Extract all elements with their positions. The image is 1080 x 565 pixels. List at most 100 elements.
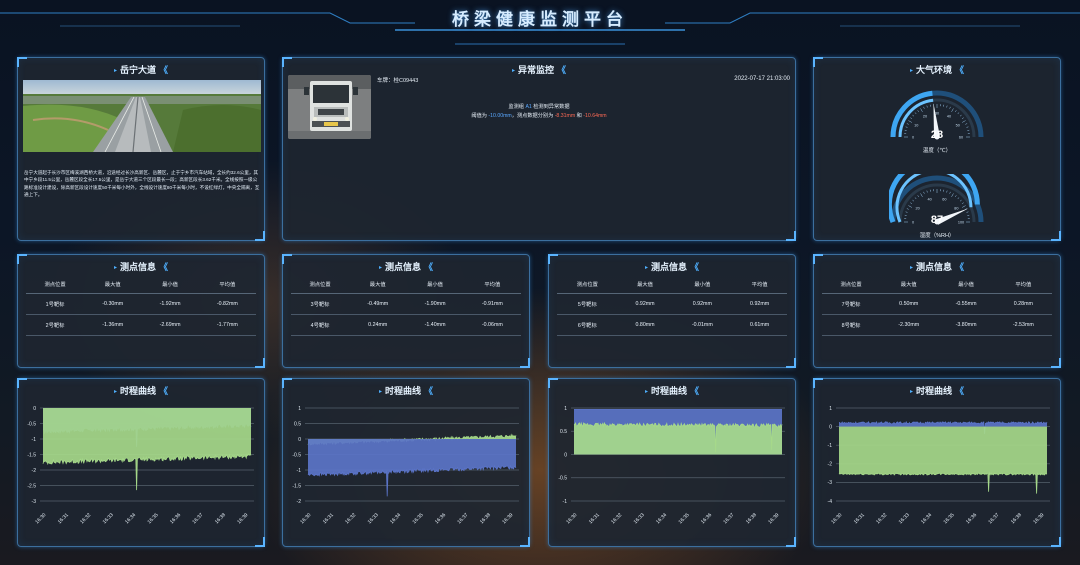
y-tick-label: 0.5 bbox=[294, 421, 301, 427]
humidity-gauge-dial: 0 20 40 60 80 100 87 bbox=[889, 174, 984, 226]
table-cell: -2.53mm bbox=[994, 314, 1052, 336]
column-header: 最小值 bbox=[406, 276, 464, 294]
table-cell: -1.92mm bbox=[141, 293, 199, 315]
column-header: 最大值 bbox=[84, 276, 142, 294]
table-cell: 0.61mm bbox=[732, 314, 787, 336]
gauge-tick-label: 20 bbox=[923, 115, 927, 119]
x-tick-label: 16:37 bbox=[722, 512, 735, 525]
gauge-tick-label: 10 bbox=[914, 124, 918, 128]
y-tick-label: 0 bbox=[33, 406, 36, 412]
column-header: 最大值 bbox=[617, 276, 673, 294]
timeline-panel-1: ▸ 时程曲线《 0 -0.5 -1 -1.5 -2 -2.5 -3 16:30 16:31 16:32… bbox=[17, 378, 265, 547]
gauge-tick bbox=[961, 117, 964, 119]
gauge-tick bbox=[965, 123, 968, 125]
gauge-tick bbox=[946, 190, 948, 193]
title-decor-icon: ▸ bbox=[113, 265, 117, 271]
table-cell: -0.30mm bbox=[84, 293, 142, 315]
title-decor-icon: ▸ bbox=[113, 68, 117, 74]
gauge-tick bbox=[959, 199, 962, 202]
x-tick-label: 16:34 bbox=[124, 512, 137, 525]
double-chevron-icon: 《 bbox=[159, 65, 169, 75]
column-header: 测点位置 bbox=[26, 276, 85, 294]
table-header-row: 测点位置 最大值 最小值 平均值 bbox=[822, 276, 1052, 294]
table-cell: -2.69mm bbox=[141, 314, 199, 336]
table-cell: 3号靶标 bbox=[291, 293, 350, 315]
x-tick-label: 16:33 bbox=[102, 512, 115, 525]
gauge-tick bbox=[920, 193, 923, 198]
y-tick-label: -2 bbox=[828, 462, 833, 468]
title-decor-icon: ▸ bbox=[909, 68, 913, 74]
gauge-tick-label: 20 bbox=[915, 206, 919, 210]
measure-panel-title: ▸ 测点信息《 bbox=[909, 262, 965, 272]
timeline-chart: 1 0.5 0 -0.5 -1 -1.5 -2 16:30 16:31 16:32 16:33 16:… bbox=[292, 406, 519, 525]
license-plate: 车牌：桂C09443 bbox=[377, 78, 419, 84]
alarm-line-1: 监测组 A1 检测到异常数据 bbox=[508, 104, 570, 110]
x-tick-label: 16:30 bbox=[830, 512, 843, 525]
table-cell: 0.92mm bbox=[617, 293, 673, 315]
alarm-line-2: 阈值为 -10.00mm，测点数据分别为 -8.31mm 和 -10.64mm bbox=[471, 113, 607, 119]
gauge-tick bbox=[910, 117, 913, 119]
y-tick-label: -1 bbox=[828, 443, 833, 449]
table-row[interactable]: 3号靶标 -0.49mm -1.90mm -0.91mm bbox=[291, 293, 521, 315]
column-header: 最大值 bbox=[349, 276, 407, 294]
gauge-tick bbox=[923, 106, 925, 109]
table-row[interactable]: 5号靶标 0.92mm 0.92mm 0.92mm bbox=[557, 293, 787, 315]
y-tick-label: 1 bbox=[829, 406, 832, 412]
gauge-tick bbox=[966, 126, 969, 128]
gauge-tick bbox=[910, 202, 913, 204]
table-row[interactable]: 1号靶标 -0.30mm -1.92mm -0.82mm bbox=[26, 293, 256, 315]
table-row[interactable]: 2号靶标 -1.36mm -2.69mm -1.77mm bbox=[26, 314, 256, 336]
table-cell: 2号靶标 bbox=[26, 314, 85, 336]
gauge-tick bbox=[912, 114, 915, 117]
table-cell: -1.40mm bbox=[406, 314, 464, 336]
x-tick-label: 16:31 bbox=[322, 512, 335, 525]
y-tick-label: -1 bbox=[563, 499, 568, 505]
x-tick-label: 16:35 bbox=[412, 512, 425, 525]
gauge-tick-label: 0 bbox=[912, 136, 914, 140]
table-cell: 0.24mm bbox=[349, 314, 407, 336]
x-tick-label: 16:36 bbox=[965, 512, 978, 525]
table-row[interactable]: 6号靶标 0.80mm -0.01mm 0.61mm bbox=[557, 314, 787, 336]
column-header: 平均值 bbox=[463, 276, 521, 294]
y-tick-label: -1 bbox=[297, 468, 302, 474]
x-tick-label: 16:38 bbox=[479, 512, 492, 525]
x-tick-label: 16:30 bbox=[34, 512, 47, 525]
table-cell: -2.30mm bbox=[880, 314, 938, 336]
gauge-tick-label: 60 bbox=[942, 198, 946, 202]
x-tick-label: 16:39 bbox=[236, 512, 249, 525]
x-tick-label: 16:34 bbox=[389, 512, 402, 525]
y-tick-label: -3 bbox=[828, 480, 833, 486]
double-chevron-icon: 《 bbox=[690, 262, 700, 272]
gauge-tick bbox=[912, 199, 915, 202]
timeline-chart: 0 -0.5 -1 -1.5 -2 -2.5 -3 16:30 16:31 16:32 16:33 1… bbox=[27, 406, 254, 525]
table-row[interactable]: 4号靶标 0.24mm -1.40mm -0.06mm bbox=[291, 314, 521, 336]
table-cell: 4号靶标 bbox=[291, 314, 350, 336]
table-cell: -0.91mm bbox=[463, 293, 521, 315]
gauge-tick bbox=[966, 211, 969, 213]
double-chevron-icon: 《 bbox=[557, 65, 567, 75]
header: 桥梁健康监测平台 bbox=[0, 0, 1080, 48]
x-tick-label: 16:31 bbox=[57, 512, 70, 525]
series-area bbox=[839, 426, 1047, 494]
alarm-value-2: -10.64mm bbox=[583, 113, 607, 119]
table-cell: 0.92mm bbox=[732, 293, 787, 315]
x-tick-label: 16:38 bbox=[214, 512, 227, 525]
table-row[interactable]: 8号靶标 -2.30mm -3.80mm -2.53mm bbox=[822, 314, 1052, 336]
x-tick-label: 16:39 bbox=[767, 512, 780, 525]
gauge-tick bbox=[914, 112, 917, 115]
title-decor-icon: ▸ bbox=[644, 265, 648, 271]
x-tick-label: 16:35 bbox=[943, 512, 956, 525]
gauge-tick bbox=[951, 193, 954, 198]
y-tick-label: -0.5 bbox=[558, 476, 567, 482]
measure-panel-1: ▸ 测点信息《测点位置 最大值 最小值 平均值 1号靶标 -0.30mm -1.92mm -0.… bbox=[17, 254, 265, 368]
column-header: 测点位置 bbox=[291, 276, 350, 294]
x-tick-label: 16:38 bbox=[1010, 512, 1023, 525]
x-tick-label: 16:34 bbox=[920, 512, 933, 525]
title-decor-icon: ▸ bbox=[909, 265, 913, 271]
table-row[interactable]: 7号靶标 0.50mm -0.55mm 0.28mm bbox=[822, 293, 1052, 315]
y-tick-label: -3 bbox=[32, 499, 37, 505]
gauge-tick bbox=[951, 108, 954, 113]
x-tick-label: 16:36 bbox=[169, 512, 182, 525]
table-cell: -0.01mm bbox=[672, 314, 733, 336]
y-tick-label: -2 bbox=[32, 468, 37, 474]
